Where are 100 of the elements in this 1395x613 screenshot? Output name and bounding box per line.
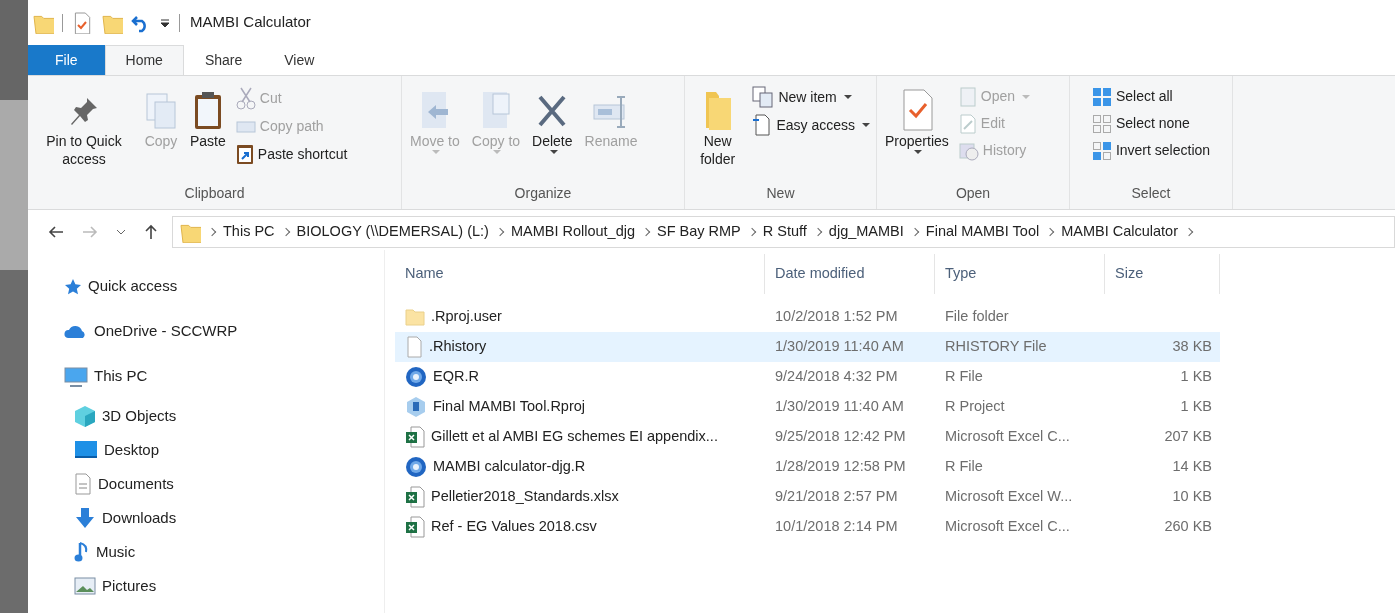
up-icon — [144, 224, 158, 240]
file-name: Pelletier2018_Standards.xlsx — [431, 487, 619, 507]
date-cell-text: 1/28/2019 12:58 PM — [774, 457, 907, 477]
select-none-icon — [1091, 113, 1112, 134]
size-cell-text: 207 KB — [1163, 427, 1213, 447]
spreadsheet-icon — [405, 486, 425, 508]
date-cell-text: 10/1/2018 2:14 PM — [774, 517, 899, 537]
nav-item[interactable]: Downloads — [28, 501, 177, 535]
nav-item[interactable]: Pictures — [28, 569, 157, 603]
address-bar[interactable]: This PC BIOLOGY (\\DEMERSAL) (L:) MAMBI Rollout_djg SF Bay RMP R Stuff djg_MAMBI Final MAMBI Tool MAMBI Calculator — [172, 216, 1395, 248]
file-row[interactable]: Pelletier2018_Standards.xlsx 9/21/2018 2:57 PM Microsoft Excel W... 10 KB — [395, 482, 1220, 512]
cloud-icon — [64, 323, 88, 340]
image-icon — [74, 577, 96, 595]
date-cell-text: 9/21/2018 2:57 PM — [774, 487, 899, 507]
breadcrumb[interactable]: This PC — [223, 221, 275, 243]
group-label: Open — [954, 184, 992, 203]
file-name: MAMBI calculator-djg.R — [433, 457, 586, 477]
size-cell-text: 14 KB — [1171, 457, 1213, 477]
spreadsheet-icon — [405, 426, 425, 448]
type-cell-text: R File — [944, 457, 984, 477]
ribbon-button[interactable]: Easy access — [750, 112, 872, 138]
breadcrumb[interactable]: SF Bay RMP — [657, 221, 741, 243]
nav-item[interactable]: Quick access — [28, 264, 178, 309]
nav-item[interactable]: Music — [28, 535, 136, 569]
ribbon-tab[interactable]: View — [263, 45, 336, 75]
file-row[interactable]: Gillett et al AMBI EG schemes EI appendix... 9/25/2018 12:42 PM Microsoft Excel C... 207 KB — [395, 422, 1220, 452]
column-header[interactable]: Type — [935, 254, 1105, 294]
group-label: Organize — [513, 184, 573, 203]
new-item-icon — [752, 86, 775, 108]
type-cell-text: R File — [944, 367, 984, 387]
nav-item[interactable]: 3D Objects — [28, 399, 177, 433]
shortcut-icon — [235, 143, 254, 165]
file-row[interactable]: .Rhistory 1/30/2019 11:40 AM RHISTORY File 38 KB — [395, 332, 1220, 362]
folder-icon — [405, 307, 425, 327]
file-name: .Rhistory — [429, 337, 487, 357]
ribbon-button[interactable]: Paste — [186, 80, 230, 181]
edit-icon — [958, 113, 977, 134]
file-name: EQR.R — [433, 367, 479, 387]
ribbon-button[interactable]: Properties — [881, 80, 953, 181]
date-cell-text: 1/30/2019 11:40 AM — [774, 397, 905, 417]
file-row[interactable]: MAMBI calculator-djg.R 1/28/2019 12:58 PM R File 14 KB — [395, 452, 1220, 482]
ribbon-tab[interactable]: Share — [183, 45, 264, 75]
date-cell-text: 10/2/2018 1:52 PM — [774, 307, 899, 327]
size-cell-text: 10 KB — [1171, 487, 1213, 507]
monitor-icon — [64, 365, 88, 388]
nav-item[interactable]: OneDrive - SCCWRP — [28, 309, 238, 354]
type-cell-text: R Project — [944, 397, 1006, 417]
breadcrumb[interactable]: Final MAMBI Tool — [925, 221, 1040, 243]
ribbon-button[interactable]: New folder — [689, 80, 747, 181]
breadcrumb[interactable]: BIOLOGY (\\DEMERSAL) (L:) — [296, 221, 489, 243]
back-icon — [48, 225, 64, 239]
type-cell-text: RHISTORY File — [944, 337, 1048, 357]
file-name: .Rproj.user — [431, 307, 502, 327]
copy-icon — [144, 92, 178, 132]
file-tab[interactable]: File — [28, 45, 105, 75]
file-row[interactable]: EQR.R 9/24/2018 4:32 PM R File 1 KB — [395, 362, 1220, 392]
document-icon — [752, 114, 773, 136]
size-cell-text: 38 KB — [1171, 337, 1213, 357]
ribbon-button[interactable]: Pin to Quick access — [32, 80, 136, 181]
open-icon — [958, 86, 977, 107]
nav-item[interactable]: This PC — [28, 354, 148, 399]
star-icon — [64, 277, 82, 296]
desktop-icon — [74, 440, 98, 460]
type-cell-text: Microsoft Excel C... — [944, 517, 1071, 537]
breadcrumb[interactable]: R Stuff — [762, 221, 807, 243]
group-label: Select — [1130, 184, 1172, 203]
invert-selection-icon — [1091, 140, 1112, 161]
globe-icon — [405, 456, 427, 478]
forward-icon — [82, 225, 98, 239]
breadcrumb[interactable]: MAMBI Rollout_djg — [510, 221, 635, 243]
music-note-icon — [74, 541, 90, 563]
size-cell-text: 1 KB — [1179, 397, 1213, 417]
size-cell-text: 260 KB — [1163, 517, 1213, 537]
file-name: Gillett et al AMBI EG schemes EI appendix... — [431, 427, 718, 447]
nav-item[interactable]: Documents — [28, 467, 174, 501]
column-header[interactable]: Size — [1105, 254, 1220, 294]
ribbon-button[interactable]: New item — [750, 84, 872, 110]
file-row[interactable]: Final MAMBI Tool.Rproj 1/30/2019 11:40 AM R Project 1 KB — [395, 392, 1220, 422]
column-header[interactable]: Name — [395, 254, 765, 294]
breadcrumb[interactable]: MAMBI Calculator — [1061, 221, 1178, 243]
date-cell-text: 9/24/2018 4:32 PM — [774, 367, 899, 387]
download-icon — [74, 507, 96, 529]
ribbon-tab[interactable]: Home — [104, 45, 184, 75]
window-title: MAMBI Calculator — [190, 12, 311, 33]
breadcrumb[interactable]: djg_MAMBI — [828, 221, 904, 243]
column-header[interactable]: Date modified — [765, 254, 935, 294]
ribbon-button[interactable]: Select none — [1089, 111, 1213, 136]
globe-icon — [405, 366, 427, 388]
document-icon — [74, 473, 92, 495]
chevron-down-icon — [116, 228, 126, 236]
ribbon-button[interactable]: Delete — [528, 80, 577, 181]
ribbon-button[interactable]: Invert selection — [1089, 138, 1213, 163]
ribbon-button[interactable]: Paste shortcut — [233, 141, 350, 167]
file-row[interactable]: .Rproj.user 10/2/2018 1:52 PM File folder — [395, 302, 1220, 332]
size-cell-text: 1 KB — [1179, 367, 1213, 387]
nav-item[interactable]: Desktop — [28, 433, 160, 467]
cube-icon — [74, 405, 96, 427]
file-row[interactable]: Ref - EG Values 2018.csv 10/1/2018 2:14 PM Microsoft Excel C... 260 KB — [395, 512, 1220, 542]
file-icon — [405, 336, 423, 358]
ribbon-button[interactable]: Select all — [1089, 84, 1213, 109]
